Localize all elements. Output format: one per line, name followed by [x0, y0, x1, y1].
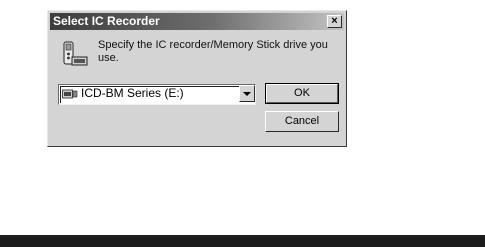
- select-ic-recorder-dialog: Select IC Recorder × Specify the IC reco…: [47, 10, 347, 147]
- dialog-titlebar: Select IC Recorder ×: [50, 13, 344, 30]
- bottom-bar: [0, 235, 485, 247]
- recorder-select-value: ICD-BM Series (E:): [81, 86, 184, 100]
- cancel-button-label: Cancel: [284, 115, 320, 127]
- recorder-device-icon: [62, 89, 78, 99]
- close-button[interactable]: ×: [327, 15, 342, 28]
- ok-button[interactable]: OK: [265, 83, 339, 104]
- chevron-down-icon[interactable]: [239, 85, 255, 102]
- ic-recorder-icon: [63, 41, 88, 66]
- recorder-select[interactable]: ICD-BM Series (E:): [58, 84, 256, 105]
- close-icon: ×: [331, 15, 338, 27]
- cancel-button[interactable]: Cancel: [265, 111, 339, 132]
- dialog-prompt: Specify the IC recorder/Memory Stick dri…: [98, 39, 328, 64]
- dialog-title: Select IC Recorder: [53, 14, 160, 28]
